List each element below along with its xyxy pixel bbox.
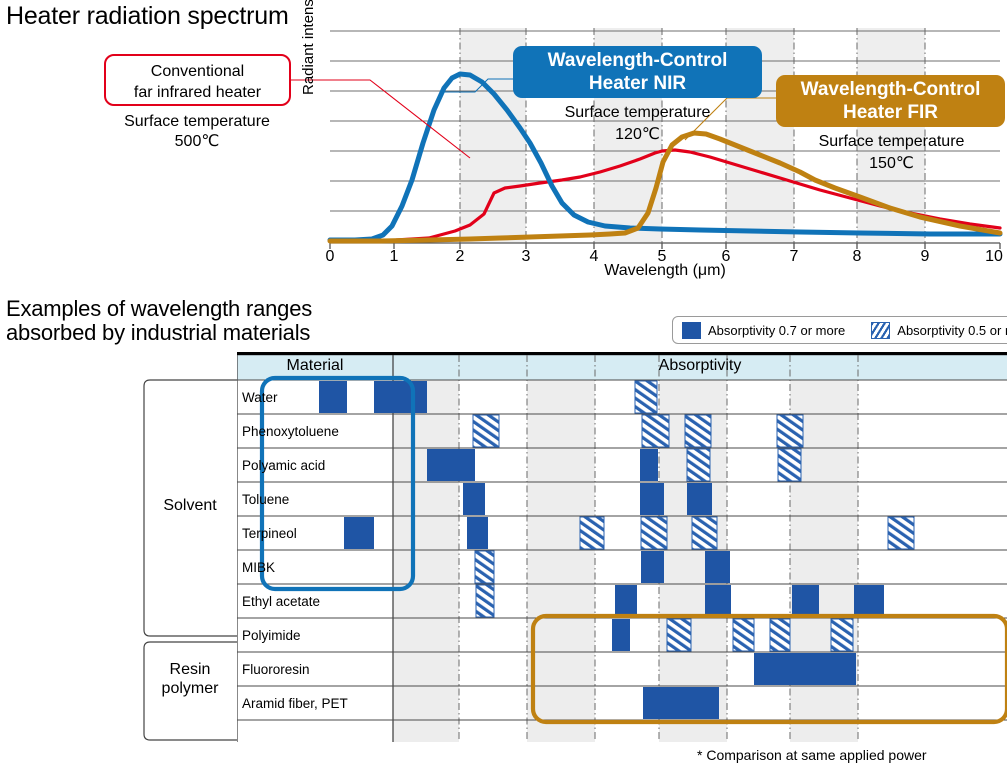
callout-nir-subtext: Surface temperature 120℃ bbox=[515, 102, 760, 146]
bar-mibk-2 bbox=[641, 551, 664, 583]
group-label-solvent: Solvent bbox=[163, 497, 217, 514]
table-svg bbox=[237, 352, 1007, 742]
callout-nir-sub1: Surface temperature bbox=[564, 104, 711, 121]
xtick-9: 9 bbox=[920, 248, 930, 265]
xtick-2: 2 bbox=[455, 248, 465, 265]
radiation-spectrum-chart: Radiant intensity Wavelength (μm) 0 1 2 … bbox=[0, 0, 1007, 290]
bar-fluororesin-1 bbox=[754, 653, 856, 685]
table-row-rules bbox=[237, 379, 1007, 721]
xtick-7: 7 bbox=[789, 248, 799, 265]
bar-ethylacetate-4 bbox=[792, 585, 819, 617]
row-label-phenoxytoluene: Phenoxytoluene bbox=[242, 424, 339, 439]
callout-conventional-sub1: Surface temperature bbox=[124, 113, 270, 130]
row-label-polyimide: Polyimide bbox=[242, 628, 301, 643]
bar-toluene-2 bbox=[640, 483, 664, 515]
bar-phenoxytoluene-2 bbox=[641, 414, 670, 448]
bar-polyamic-2 bbox=[640, 449, 658, 481]
callout-conventional-line1: Conventional bbox=[150, 63, 245, 80]
bar-phenoxytoluene-1 bbox=[472, 414, 500, 448]
callout-conventional-subtext: Surface temperature 500℃ bbox=[92, 112, 302, 152]
callout-fir-sub2: 150℃ bbox=[869, 155, 914, 172]
callout-fir-line2: Heater FIR bbox=[842, 102, 939, 123]
callout-fir-subtext: Surface temperature 150℃ bbox=[778, 131, 1005, 175]
bar-toluene-1 bbox=[463, 483, 485, 515]
bar-polyamic-1 bbox=[427, 449, 475, 481]
callout-fir-line1: Wavelength-Control bbox=[800, 79, 981, 100]
xtick-6: 6 bbox=[721, 248, 731, 265]
group-label-resin-line2: polymer bbox=[161, 680, 219, 697]
xtick-1: 1 bbox=[389, 248, 399, 265]
xtick-3: 3 bbox=[521, 248, 531, 265]
bar-phenoxytoluene-3 bbox=[684, 414, 712, 448]
chart-y-axis-label: Radiant intensity bbox=[300, 0, 317, 95]
callout-nir-line2: Heater NIR bbox=[588, 73, 687, 94]
callout-conventional-sub2: 500℃ bbox=[174, 133, 220, 150]
xtick-4: 4 bbox=[589, 248, 599, 265]
callout-fir-sub1: Surface temperature bbox=[818, 133, 965, 150]
row-label-ethyl-acetate: Ethyl acetate bbox=[242, 594, 321, 609]
row-label-aramid-fiber-pet: Aramid fiber, PET bbox=[242, 696, 348, 711]
section-title-line1: Examples of wavelength ranges bbox=[6, 296, 313, 321]
bar-water-1 bbox=[319, 381, 347, 413]
bar-terpineol-1 bbox=[344, 517, 374, 549]
group-label-resin-polymer: Resin polymer bbox=[142, 660, 238, 698]
callout-fir-heater: Wavelength-Control Heater FIR bbox=[776, 75, 1005, 127]
callout-nir-sub2: 120℃ bbox=[615, 126, 660, 143]
footnote: * Comparison at same applied power bbox=[697, 747, 927, 763]
bar-mibk-3 bbox=[705, 551, 730, 583]
row-label-water: Water bbox=[242, 390, 278, 405]
bar-toluene-3 bbox=[687, 483, 712, 515]
bar-polyimide-1 bbox=[612, 619, 630, 651]
bar-terpineol-5 bbox=[691, 516, 718, 550]
legend-item-1-label: Absorptivity 0.7 or more bbox=[708, 322, 846, 338]
bar-water-3 bbox=[634, 380, 658, 414]
bar-polyimide-4 bbox=[769, 618, 791, 652]
bar-terpineol-3 bbox=[579, 516, 605, 550]
bar-polyamic-4 bbox=[777, 448, 802, 482]
section-title-line2: absorbed by industrial materials bbox=[6, 320, 311, 345]
row-label-mibk: MIBK bbox=[242, 560, 276, 575]
bar-ethylacetate-1 bbox=[475, 584, 495, 618]
bar-polyamic-3 bbox=[686, 448, 711, 482]
xtick-5: 5 bbox=[657, 248, 667, 265]
bar-terpineol-6 bbox=[887, 516, 915, 550]
absorptivity-table: Material Absorptivity Water Phenoxytolue… bbox=[237, 352, 1007, 742]
xtick-0: 0 bbox=[325, 248, 335, 265]
group-label-resin-line1: Resin bbox=[169, 661, 211, 678]
table-header-material: Material bbox=[286, 357, 344, 374]
bar-polyimide-3 bbox=[732, 618, 755, 652]
bar-terpineol-4 bbox=[640, 516, 668, 550]
row-label-fluororesin: Fluororesin bbox=[242, 662, 310, 677]
row-label-polyamic-acid: Polyamic acid bbox=[242, 458, 326, 473]
bar-aramid-1 bbox=[643, 687, 719, 719]
bar-polyimide-5 bbox=[830, 618, 854, 652]
row-label-toluene: Toluene bbox=[242, 492, 290, 507]
table-top-rule bbox=[237, 352, 1007, 356]
bar-ethylacetate-2 bbox=[615, 585, 637, 617]
bar-terpineol-2 bbox=[467, 517, 488, 549]
table-header-absorptivity: Absorptivity bbox=[658, 357, 742, 374]
legend-item-2-label: Absorptivity 0.5 or more bbox=[897, 322, 1007, 338]
callout-nir-heater: Wavelength-Control Heater NIR bbox=[513, 46, 762, 98]
bar-ethylacetate-5 bbox=[854, 585, 884, 617]
legend-solid-swatch-icon bbox=[682, 321, 701, 339]
bar-water-2 bbox=[374, 381, 427, 413]
callout-conventional-heater: Conventional far infrared heater bbox=[104, 54, 291, 106]
callout-conventional-line2: far infrared heater bbox=[133, 84, 262, 101]
absorptivity-legend: Absorptivity 0.7 or more Absorptivity 0.… bbox=[672, 316, 1007, 344]
xtick-10: 10 bbox=[985, 248, 1003, 265]
row-label-terpineol: Terpineol bbox=[242, 526, 297, 541]
bar-mibk-1 bbox=[474, 550, 495, 584]
bar-ethylacetate-3 bbox=[705, 585, 731, 617]
bar-phenoxytoluene-4 bbox=[776, 414, 804, 448]
bar-polyimide-2 bbox=[666, 618, 692, 652]
xtick-8: 8 bbox=[852, 248, 862, 265]
legend-hatch-swatch-icon bbox=[871, 321, 891, 339]
callout-nir-line1: Wavelength-Control bbox=[547, 50, 728, 71]
section-title: Examples of wavelength ranges absorbed b… bbox=[6, 297, 312, 345]
